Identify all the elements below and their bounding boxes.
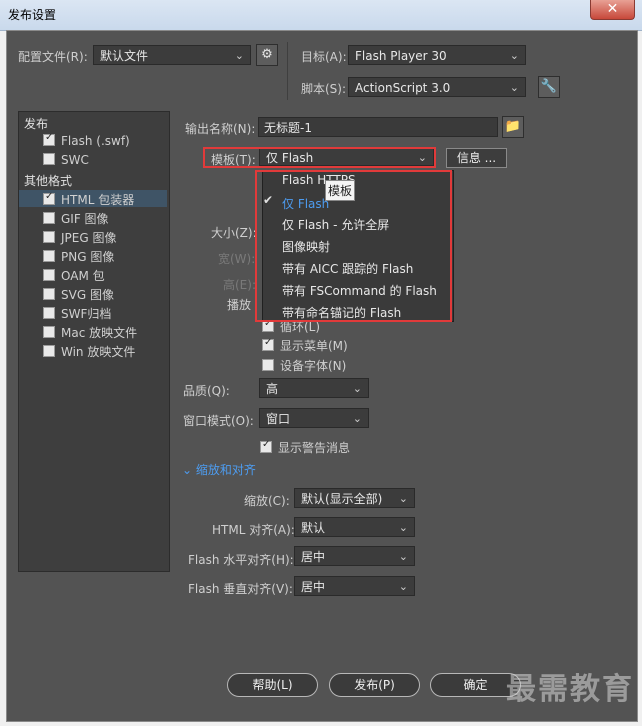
flash-v-align-select[interactable]: 居中 ⌄	[294, 576, 415, 596]
window-mode-label: 窗口模式(O):	[183, 414, 254, 428]
list-item-gif[interactable]: GIF 图像	[43, 210, 109, 227]
target-value: Flash Player 30	[355, 49, 447, 63]
checkbox[interactable]	[43, 250, 55, 262]
scale-align-section-toggle[interactable]: ⌄ 缩放和对齐	[182, 461, 256, 478]
list-item-jpeg[interactable]: JPEG 图像	[43, 229, 116, 246]
script-label: 脚本(S):	[301, 82, 347, 96]
window-mode-select[interactable]: 窗口 ⌄	[259, 408, 369, 428]
chevron-down-icon: ⌄	[234, 49, 244, 62]
gear-icon[interactable]: ⚙	[256, 44, 278, 66]
checkbox[interactable]	[43, 345, 55, 357]
chevron-down-icon: ⌄	[352, 412, 362, 425]
target-select[interactable]: Flash Player 30 ⌄	[348, 45, 526, 65]
checkbox[interactable]	[262, 359, 274, 371]
close-button[interactable]: ✕	[590, 0, 635, 20]
chevron-down-icon: ⌄	[398, 580, 408, 593]
list-item-mac-projector[interactable]: Mac 放映文件	[43, 324, 137, 341]
list-item-svg[interactable]: SVG 图像	[43, 286, 114, 303]
checkbox[interactable]	[262, 337, 274, 351]
size-label: 大小(Z):	[211, 226, 257, 240]
scale-label: 缩放(C):	[244, 494, 290, 508]
output-name-input[interactable]: 无标题-1	[258, 117, 498, 137]
checkbox[interactable]	[260, 439, 272, 453]
quality-label: 品质(Q):	[183, 384, 230, 398]
wrench-icon[interactable]: 🔧	[538, 76, 560, 98]
checkbox[interactable]	[43, 307, 55, 319]
checkbox[interactable]	[43, 212, 55, 224]
show-menu-option[interactable]: 显示菜单(M)	[262, 337, 348, 354]
profile-label: 配置文件(R):	[18, 50, 88, 64]
chevron-down-icon: ⌄	[509, 81, 519, 94]
quality-select[interactable]: 高 ⌄	[259, 378, 369, 398]
flash-v-align-label: Flash 垂直对齐(V):	[188, 582, 293, 596]
script-value: ActionScript 3.0	[355, 81, 451, 95]
list-item-flash-swf[interactable]: Flash (.swf)	[43, 132, 130, 148]
menu-highlight-box	[255, 170, 452, 322]
device-font-option[interactable]: 设备字体(N)	[262, 357, 346, 374]
checkbox[interactable]	[43, 153, 55, 165]
chevron-down-icon: ⌄	[398, 521, 408, 534]
scale-select[interactable]: 默认(显示全部) ⌄	[294, 488, 415, 508]
checkbox[interactable]	[43, 288, 55, 300]
chevron-down-icon: ⌄	[182, 463, 196, 477]
flash-h-align-select[interactable]: 居中 ⌄	[294, 546, 415, 566]
chevron-down-icon: ⌄	[352, 382, 362, 395]
checkbox[interactable]	[43, 231, 55, 243]
list-item-png[interactable]: PNG 图像	[43, 248, 114, 265]
show-warnings-option[interactable]: 显示警告消息	[260, 439, 350, 456]
html-align-select[interactable]: 默认 ⌄	[294, 517, 415, 537]
publish-header: 发布	[24, 117, 49, 131]
checkbox[interactable]	[43, 132, 55, 146]
help-button[interactable]: 帮助(L)	[227, 673, 318, 697]
list-item-oam[interactable]: OAM 包	[43, 267, 105, 284]
list-item-swc[interactable]: SWC	[43, 153, 89, 167]
list-item-win-projector[interactable]: Win 放映文件	[43, 343, 135, 360]
watermark: 最需教育	[506, 672, 634, 707]
playback-label: 播放	[227, 298, 252, 312]
height-label: 高(E):	[223, 278, 256, 292]
list-item-swf-archive[interactable]: SWF归档	[43, 305, 111, 322]
width-label: 宽(W):	[218, 252, 256, 266]
folder-icon[interactable]: 📁	[502, 116, 524, 138]
list-item-html-wrapper[interactable]: HTML 包装器	[43, 191, 134, 208]
target-label: 目标(A):	[301, 50, 347, 64]
output-name-label: 输出名称(N):	[185, 122, 256, 136]
divider	[287, 42, 288, 100]
other-formats-header: 其他格式	[24, 174, 73, 188]
checkbox[interactable]	[43, 191, 55, 205]
script-select[interactable]: ActionScript 3.0 ⌄	[348, 77, 526, 97]
title-bar	[0, 0, 642, 31]
checkbox[interactable]	[43, 326, 55, 338]
chevron-down-icon: ⌄	[509, 49, 519, 62]
checkbox[interactable]	[43, 269, 55, 281]
html-align-label: HTML 对齐(A):	[212, 523, 295, 537]
chevron-down-icon: ⌄	[398, 550, 408, 563]
publish-button[interactable]: 发布(P)	[329, 673, 420, 697]
chevron-down-icon: ⌄	[398, 492, 408, 505]
profile-value: 默认文件	[100, 49, 149, 63]
flash-h-align-label: Flash 水平对齐(H):	[188, 553, 294, 567]
profile-select[interactable]: 默认文件 ⌄	[93, 45, 251, 65]
template-highlight-box	[203, 147, 436, 168]
window-title: 发布设置	[8, 8, 57, 22]
info-button[interactable]: 信息 ...	[446, 148, 507, 168]
